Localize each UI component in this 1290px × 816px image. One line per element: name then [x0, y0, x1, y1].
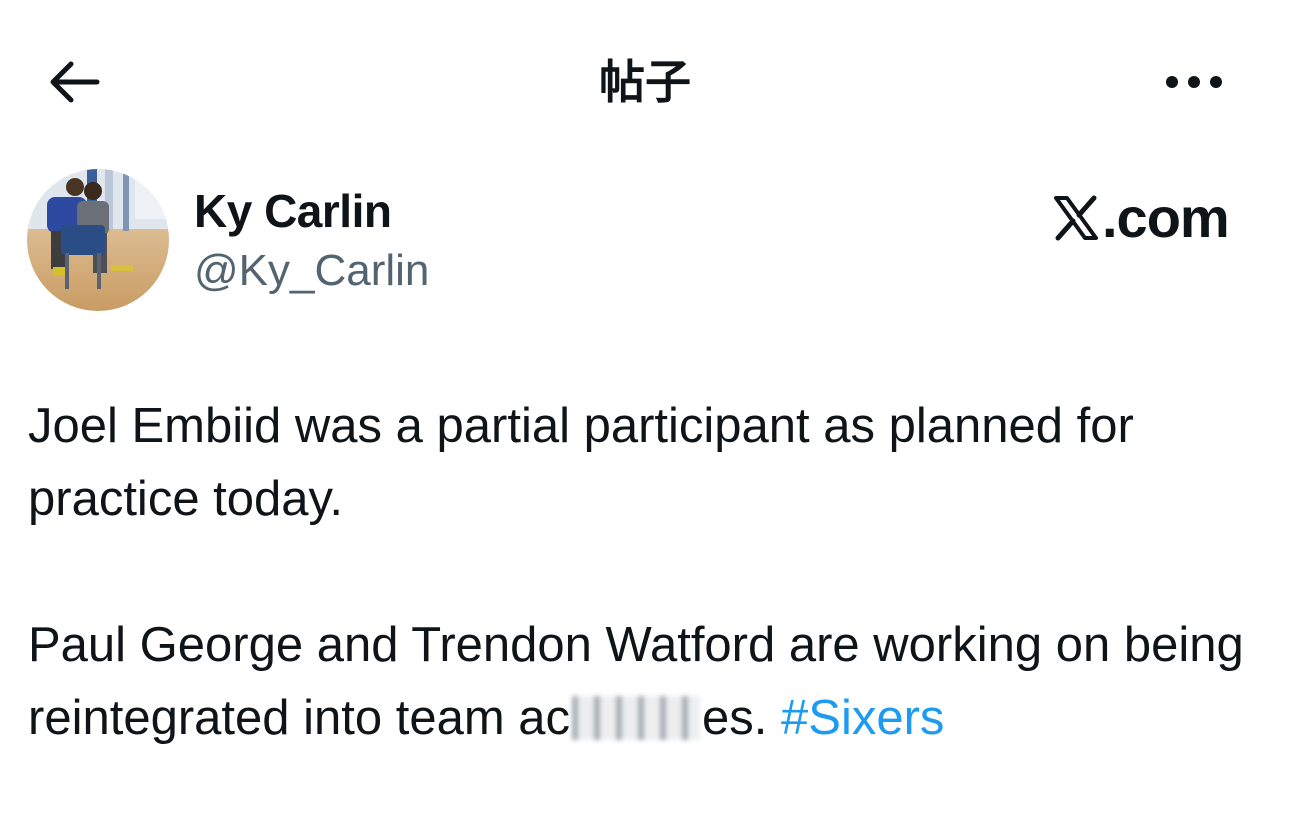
page-title: 帖子 [599, 55, 691, 109]
author-name[interactable]: Ky Carlin [194, 184, 392, 238]
author-handle[interactable]: @Ky_Carlin [194, 246, 429, 296]
avatar[interactable] [27, 169, 169, 311]
x-logo-icon [1054, 195, 1098, 241]
watermark-text: .com [1102, 186, 1230, 249]
post-paragraph-2: Paul George and Trendon Watford are work… [28, 609, 1268, 755]
avatar-photo [27, 169, 169, 311]
hashtag-link[interactable]: #Sixers [781, 691, 944, 745]
more-horizontal-icon [1166, 76, 1222, 88]
xcom-watermark: .com [1052, 186, 1230, 249]
redacted-text [572, 696, 701, 740]
paragraph-2-text-end: es. [702, 691, 782, 745]
post-detail-page: 帖子 Ky Carlin @Ky_Carlin .com Joel Embiid… [0, 0, 1290, 816]
top-bar: 帖子 [0, 0, 1290, 160]
more-options-button[interactable] [1158, 54, 1230, 110]
post-text: Joel Embiid was a partial participant as… [28, 390, 1268, 755]
post-paragraph-1: Joel Embiid was a partial participant as… [28, 399, 1134, 526]
